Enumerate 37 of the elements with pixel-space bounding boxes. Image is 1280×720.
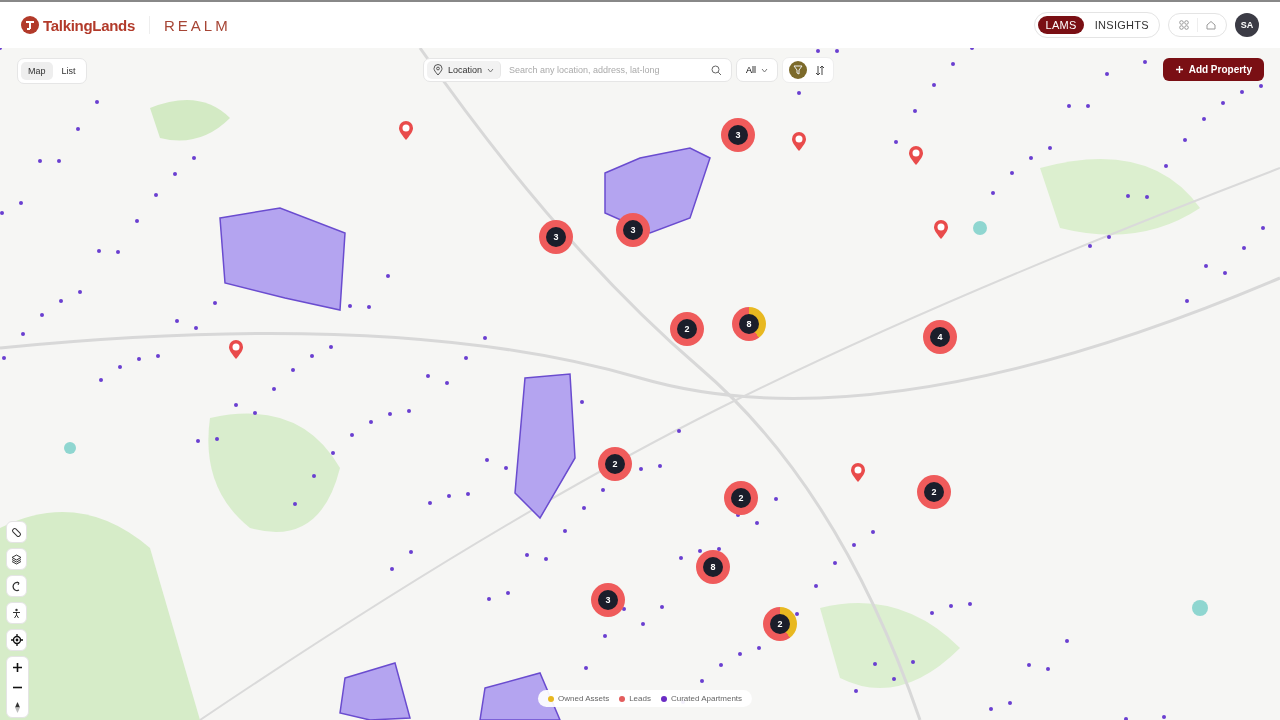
add-property-button[interactable]: Add Property <box>1162 58 1264 81</box>
chevron-down-icon <box>761 67 768 73</box>
view-tab[interactable]: List <box>54 62 83 80</box>
mode-tab[interactable]: INSIGHTS <box>1087 16 1156 34</box>
locate-icon[interactable] <box>6 629 27 651</box>
mode-tab[interactable]: LAMS <box>1038 16 1084 34</box>
location-dropdown[interactable]: Location <box>427 61 502 79</box>
route-icon[interactable] <box>6 575 27 597</box>
map-pin-icon[interactable] <box>933 220 949 240</box>
search-field[interactable]: Location Search any location, address, lat-long <box>423 58 732 82</box>
logo-icon <box>21 16 39 34</box>
water-area <box>973 221 987 235</box>
product-name: REALM <box>163 16 231 34</box>
plus-icon <box>1174 65 1184 74</box>
user-avatar[interactable]: SA <box>1235 13 1259 37</box>
map-pin-icon[interactable] <box>791 132 807 152</box>
legend-label: Leads <box>629 694 651 703</box>
layers-icon[interactable] <box>6 548 27 570</box>
filter-dropdown[interactable]: All <box>736 58 778 82</box>
boundary-polygon[interactable] <box>604 147 711 234</box>
sort-icon[interactable] <box>813 64 827 76</box>
search-icon[interactable] <box>711 64 722 76</box>
chevron-down-icon <box>487 67 495 73</box>
water-area <box>1192 600 1208 616</box>
map-pin-icon[interactable] <box>398 121 414 141</box>
legend-label: Owned Assets <box>558 694 610 703</box>
location-pin-icon <box>433 64 443 76</box>
map-pin-icon[interactable] <box>228 340 244 360</box>
filter-icon[interactable] <box>789 61 807 79</box>
brand-name: TalkingLands <box>43 16 135 34</box>
view-tab[interactable]: Map <box>21 62 53 80</box>
legend-label: Curated Apartments <box>670 694 743 703</box>
ruler-icon[interactable] <box>6 521 27 543</box>
person-icon[interactable] <box>6 602 27 624</box>
map-pin-icon[interactable] <box>908 146 924 166</box>
water-area <box>64 442 76 454</box>
map-pin-icon[interactable] <box>850 463 866 483</box>
